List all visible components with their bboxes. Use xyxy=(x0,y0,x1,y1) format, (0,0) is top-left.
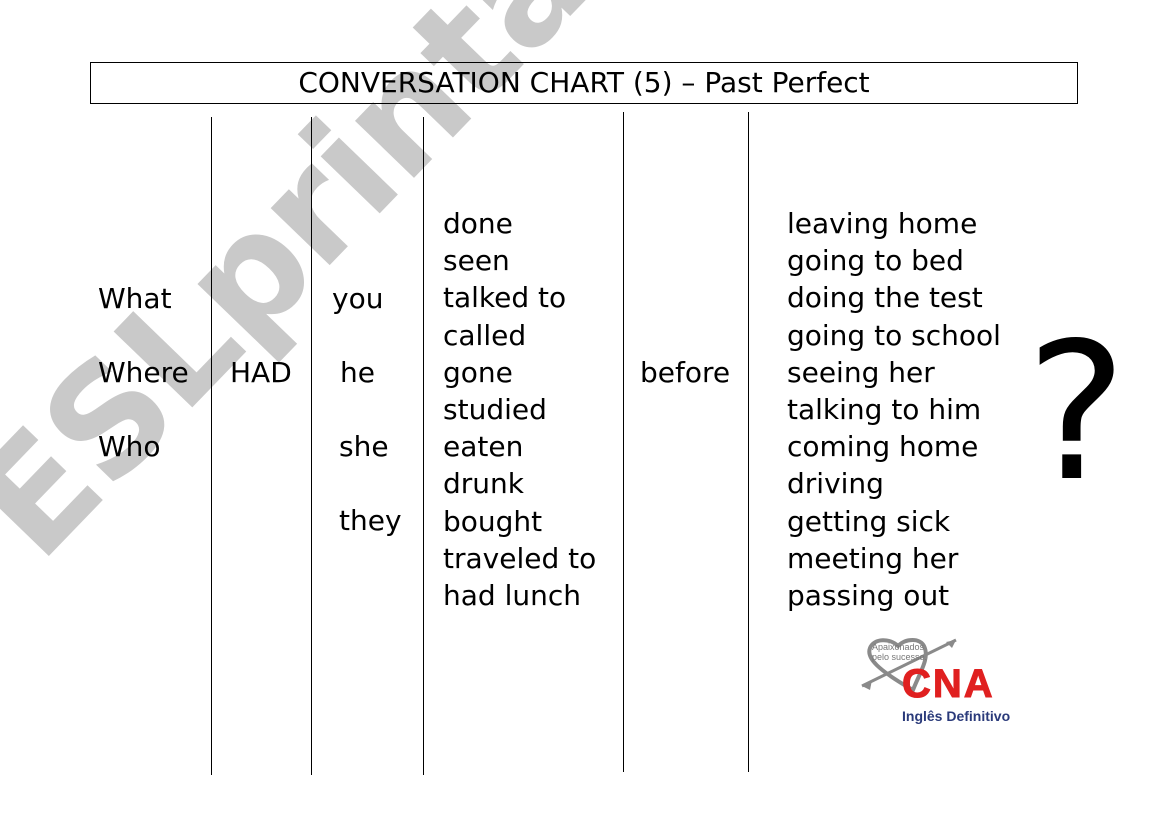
past-participle: bought xyxy=(443,504,543,538)
subject: they xyxy=(339,504,402,537)
past-participle: eaten xyxy=(443,430,524,464)
column-divider xyxy=(748,112,749,772)
column-divider xyxy=(211,117,212,775)
logo-brand: CNA xyxy=(902,662,995,706)
past-participle: studied xyxy=(443,392,547,426)
past-participle: traveled to xyxy=(443,541,597,575)
past-participle-list: done seen talked to called gone studied … xyxy=(443,205,596,614)
gerund-phrase: driving xyxy=(787,467,884,501)
past-participle: drunk xyxy=(443,467,524,501)
past-participle: seen xyxy=(443,244,510,278)
subject: he xyxy=(340,356,375,389)
question-word: Who xyxy=(98,430,161,463)
logo-tagline-line: Apaixonados xyxy=(872,642,925,652)
gerund-phrase: meeting her xyxy=(787,541,959,575)
past-participle: had lunch xyxy=(443,578,581,612)
auxiliary-had: HAD xyxy=(230,356,292,389)
question-mark-icon: ? xyxy=(1026,302,1127,523)
column-divider xyxy=(623,112,624,772)
question-word: Where xyxy=(98,356,189,389)
logo-subtitle: Inglês Definitivo xyxy=(902,708,1011,724)
gerund-phrase: coming home xyxy=(787,430,979,464)
gerund-phrase: getting sick xyxy=(787,504,951,538)
gerund-phrase: going to school xyxy=(787,318,1001,352)
gerund-phrase: seeing her xyxy=(787,355,935,389)
past-participle: called xyxy=(443,318,527,352)
connector-before: before xyxy=(640,356,731,389)
gerund-phrase: leaving home xyxy=(787,207,978,240)
gerund-phrase: talking to him xyxy=(787,392,982,426)
column-divider xyxy=(311,117,312,775)
past-participle: talked to xyxy=(443,281,567,315)
subject: she xyxy=(339,430,389,463)
gerund-phrase-list: leaving home going to bed doing the test… xyxy=(787,205,1001,614)
past-participle: gone xyxy=(443,355,513,389)
past-participle: done xyxy=(443,207,513,240)
logo-tagline-line: pelo sucesso. xyxy=(872,652,928,662)
logo-tagline: Apaixonados pelo sucesso. xyxy=(872,642,927,662)
question-word: What xyxy=(98,282,172,315)
gerund-phrase: passing out xyxy=(787,578,950,612)
column-divider xyxy=(423,117,424,775)
subject: you xyxy=(332,282,384,315)
chart-title: CONVERSATION CHART (5) – Past Perfect xyxy=(90,62,1078,104)
gerund-phrase: going to bed xyxy=(787,244,964,278)
gerund-phrase: doing the test xyxy=(787,281,983,315)
cna-logo: Apaixonados pelo sucesso. CNA Inglês Def… xyxy=(858,636,1038,728)
